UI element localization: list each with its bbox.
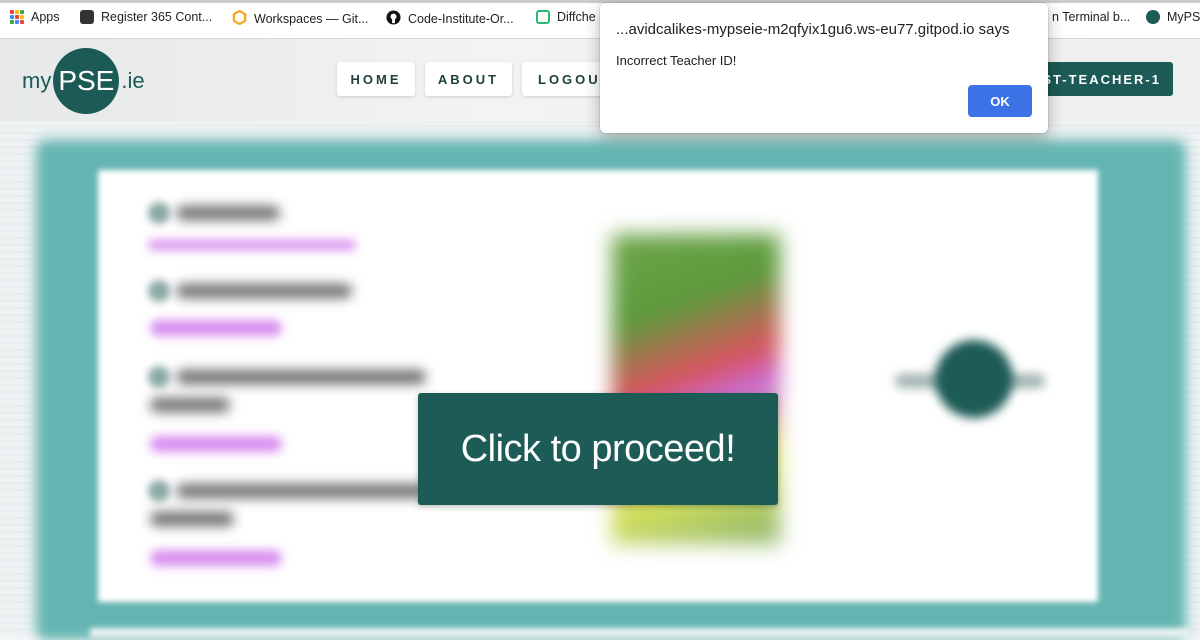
bookmark-label: Diffche bbox=[557, 10, 596, 24]
bookmark-label: n Terminal b... bbox=[1052, 10, 1131, 24]
gitpod-icon bbox=[232, 9, 247, 28]
blurred-link bbox=[150, 320, 282, 336]
blurred-link bbox=[150, 436, 282, 452]
bookmark-diffchecker[interactable]: Diffche bbox=[536, 10, 596, 24]
bookmark-label: Apps bbox=[31, 10, 60, 24]
site-logo[interactable]: my PSE .ie bbox=[22, 47, 145, 115]
blurred-text bbox=[176, 284, 352, 298]
blurred-icon bbox=[148, 280, 170, 302]
logo-prefix: my bbox=[22, 68, 52, 93]
bookmark-label: Code-Institute-Or... bbox=[408, 12, 514, 26]
blurred-text bbox=[176, 370, 426, 384]
register-icon bbox=[80, 10, 94, 24]
apps-grid-icon bbox=[10, 10, 24, 24]
bookmark-code-institute[interactable]: Code-Institute-Or... bbox=[386, 10, 514, 28]
blurred-text bbox=[176, 206, 280, 220]
bookmark-mypse[interactable]: MyPS bbox=[1146, 10, 1200, 24]
bookmark-register[interactable]: Register 365 Cont... bbox=[80, 10, 212, 24]
ok-button[interactable]: OK bbox=[968, 85, 1032, 117]
dialog-title: ...avidcalikes-mypseie-m2qfyix1gu6.ws-eu… bbox=[616, 21, 1010, 38]
logo-circle: PSE bbox=[53, 48, 120, 114]
bookmark-workspaces[interactable]: Workspaces — Git... bbox=[232, 9, 369, 28]
bookmark-label: MyPS bbox=[1167, 10, 1200, 24]
bookmark-label: Workspaces — Git... bbox=[254, 12, 369, 26]
nav-about-button[interactable]: ABOUT bbox=[425, 62, 512, 96]
nav-home-button[interactable]: HOME bbox=[337, 62, 415, 96]
bookmark-apps[interactable]: Apps bbox=[10, 10, 60, 24]
logo-suffix: .ie bbox=[121, 68, 145, 93]
diffchecker-icon bbox=[536, 10, 550, 24]
blurred-icon bbox=[148, 202, 170, 224]
teacher-id-button[interactable]: ST-TEACHER-1 bbox=[1030, 62, 1173, 96]
blurred-link bbox=[150, 550, 282, 566]
alert-dialog: ...avidcalikes-mypseie-m2qfyix1gu6.ws-eu… bbox=[600, 3, 1048, 133]
blurred-link bbox=[148, 240, 356, 250]
blurred-logo bbox=[935, 340, 1013, 418]
mypse-favicon-icon bbox=[1146, 10, 1160, 24]
bookmark-terminal[interactable]: n Terminal b... bbox=[1052, 10, 1130, 24]
bookmark-label: Register 365 Cont... bbox=[101, 10, 213, 24]
dialog-message: Incorrect Teacher ID! bbox=[616, 53, 737, 68]
blurred-icon bbox=[148, 480, 170, 502]
proceed-button[interactable]: Click to proceed! bbox=[418, 393, 778, 505]
bottom-strip bbox=[90, 628, 1190, 638]
blurred-text bbox=[150, 512, 234, 526]
blurred-icon bbox=[148, 366, 170, 388]
github-icon bbox=[386, 10, 401, 28]
blurred-text bbox=[176, 484, 426, 498]
blurred-text bbox=[150, 398, 230, 412]
